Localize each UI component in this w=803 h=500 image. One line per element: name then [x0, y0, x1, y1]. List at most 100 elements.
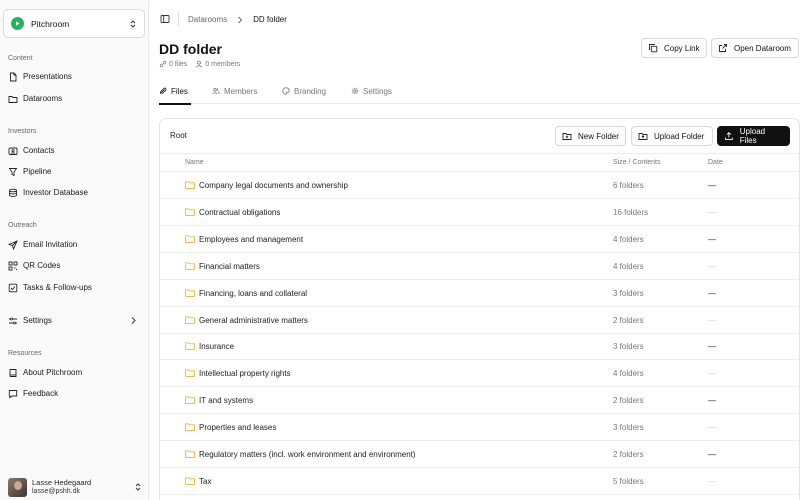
- sidebar-item-pipeline[interactable]: Pipeline: [5, 162, 143, 181]
- sidebar: Pitchroom Content Presentations Dataroom…: [0, 0, 149, 500]
- folder-icon: [185, 396, 195, 405]
- sidebar-item-qr-codes[interactable]: QR Codes: [5, 256, 143, 275]
- folder-icon: [185, 208, 195, 216]
- palette-icon: [282, 87, 290, 95]
- upload-folder-button[interactable]: Upload Folder: [631, 126, 713, 146]
- table-row[interactable]: Insurance 3 folders —: [160, 333, 799, 361]
- page-title: DD folder: [159, 41, 222, 57]
- divider: [178, 12, 179, 26]
- folder-size: 2 folders: [613, 315, 644, 325]
- sidebar-item-label: Feedback: [23, 389, 59, 398]
- new-folder-button[interactable]: New Folder: [555, 126, 626, 146]
- send-icon: [8, 239, 18, 250]
- sidebar-item-presentations[interactable]: Presentations: [5, 67, 143, 86]
- folder-date: —: [708, 288, 716, 298]
- folder-name[interactable]: IT and systems: [199, 396, 253, 405]
- sidebar-item-about[interactable]: About Pitchroom: [5, 363, 143, 382]
- sidebar-item-contacts[interactable]: Contacts: [5, 141, 143, 160]
- folder-icon: [8, 95, 18, 103]
- members-count: 0 members: [205, 60, 241, 68]
- section-label-investors: Investors: [8, 128, 37, 135]
- sidebar-item-label: Email Invitation: [23, 240, 78, 249]
- folder-name[interactable]: Intellectual property rights: [199, 369, 291, 378]
- table-row[interactable]: Properties and leases 3 folders —: [160, 414, 799, 442]
- table-row[interactable]: Tax 5 folders —: [160, 468, 799, 495]
- tab-files[interactable]: Files: [159, 78, 191, 105]
- folder-date: —: [708, 181, 716, 190]
- filter-icon: [8, 167, 18, 176]
- folder-date: —: [708, 423, 716, 433]
- table-row[interactable]: Contractual obligations 16 folders —: [160, 199, 799, 226]
- folder-date: —: [708, 342, 716, 352]
- breadcrumb-datarooms[interactable]: Datarooms: [188, 15, 227, 24]
- table-row[interactable]: IT and systems 2 folders —: [160, 387, 799, 415]
- user-menu[interactable]: Lasse Hedegaard lasse@pshh.dk: [8, 477, 142, 497]
- table-row[interactable]: Regulatory matters (incl. work environme…: [160, 441, 799, 468]
- folder-size: 3 folders: [613, 342, 644, 352]
- folder-name[interactable]: Employees and management: [199, 235, 303, 244]
- table-row[interactable]: Employees and management 4 folders —: [160, 226, 799, 253]
- folder-name[interactable]: Financial matters: [199, 262, 260, 271]
- sidebar-item-feedback[interactable]: Feedback: [5, 384, 143, 403]
- folder-name[interactable]: Insurance: [199, 342, 234, 351]
- copy-link-button[interactable]: Copy Link: [641, 38, 707, 58]
- sidebar-item-label: Investor Database: [23, 188, 88, 197]
- chevron-right-icon: [131, 317, 136, 324]
- tab-settings[interactable]: Settings: [351, 78, 392, 104]
- open-dataroom-button[interactable]: Open Dataroom: [711, 38, 799, 58]
- sidebar-item-investor-database[interactable]: Investor Database: [5, 183, 143, 202]
- folder-name[interactable]: Contractual obligations: [199, 208, 280, 217]
- table-row[interactable]: Financing, loans and collateral 3 folders…: [160, 280, 799, 307]
- breadcrumb-current: DD folder: [253, 15, 287, 24]
- folder-name[interactable]: Company legal documents and ownership: [199, 181, 348, 190]
- checkbox-icon: [8, 283, 18, 292]
- folder-name[interactable]: General administrative matters: [199, 316, 308, 325]
- table-row[interactable]: Financial matters 4 folders —: [160, 253, 799, 280]
- sliders-icon: [9, 317, 17, 324]
- folder-size: 2 folders: [613, 396, 644, 406]
- active-tab-indicator: [159, 103, 191, 105]
- app-switcher[interactable]: Pitchroom: [3, 9, 145, 38]
- sidebar-toggle-icon[interactable]: [160, 14, 170, 24]
- tab-branding[interactable]: Branding: [282, 78, 326, 104]
- table-row[interactable]: Intellectual property rights 4 folders —: [160, 360, 799, 388]
- tab-bar: Files Members Branding Settings: [159, 78, 800, 105]
- folder-plus-icon: [562, 133, 572, 140]
- folder-upload-icon: [638, 133, 648, 140]
- table-row[interactable]: Company legal documents and ownership 6 f…: [160, 172, 799, 199]
- column-size-header[interactable]: Size / Contents: [613, 159, 660, 166]
- new-folder-label: New Folder: [578, 131, 619, 141]
- column-date-header[interactable]: Date: [708, 159, 723, 166]
- folder-name[interactable]: Financing, loans and collateral: [199, 289, 307, 298]
- folder-icon: [185, 342, 195, 351]
- open-dataroom-label: Open Dataroom: [734, 43, 791, 53]
- tab-members[interactable]: Members: [212, 78, 257, 104]
- id-card-icon: [8, 147, 18, 155]
- column-name-header[interactable]: Name: [185, 159, 204, 166]
- folder-icon: [185, 369, 195, 378]
- folder-name[interactable]: Regulatory matters (incl. work environme…: [199, 450, 416, 459]
- sidebar-item-label: Presentations: [23, 72, 72, 81]
- table-row[interactable]: General administrative matters 2 folders —: [160, 307, 799, 334]
- link-icon: [159, 60, 167, 68]
- folder-size: 6 folders: [613, 181, 644, 190]
- tab-label: Files: [171, 86, 188, 96]
- files-panel: Root New Folder Upload Folder Upload Fil…: [159, 118, 800, 500]
- copy-icon: [649, 44, 658, 53]
- folder-name[interactable]: Properties and leases: [199, 423, 276, 432]
- sidebar-item-datarooms[interactable]: Datarooms: [5, 89, 143, 108]
- avatar: [8, 477, 27, 497]
- folder-date: —: [708, 261, 716, 271]
- sidebar-item-email-invitation[interactable]: Email Invitation: [5, 235, 143, 254]
- folder-date: —: [708, 450, 716, 459]
- sidebar-item-tasks[interactable]: Tasks & Follow-ups: [5, 278, 143, 297]
- folder-icon: [185, 288, 195, 297]
- folder-path-root[interactable]: Root: [170, 131, 187, 140]
- chevron-up-down-icon: [130, 19, 136, 28]
- folder-size: 16 folders: [613, 207, 649, 217]
- sidebar-item-settings[interactable]: Settings: [5, 311, 143, 330]
- upload-files-button[interactable]: Upload Files: [717, 126, 790, 146]
- users-icon: [212, 88, 220, 95]
- folder-name[interactable]: Tax: [199, 477, 211, 486]
- gear-icon: [351, 87, 359, 95]
